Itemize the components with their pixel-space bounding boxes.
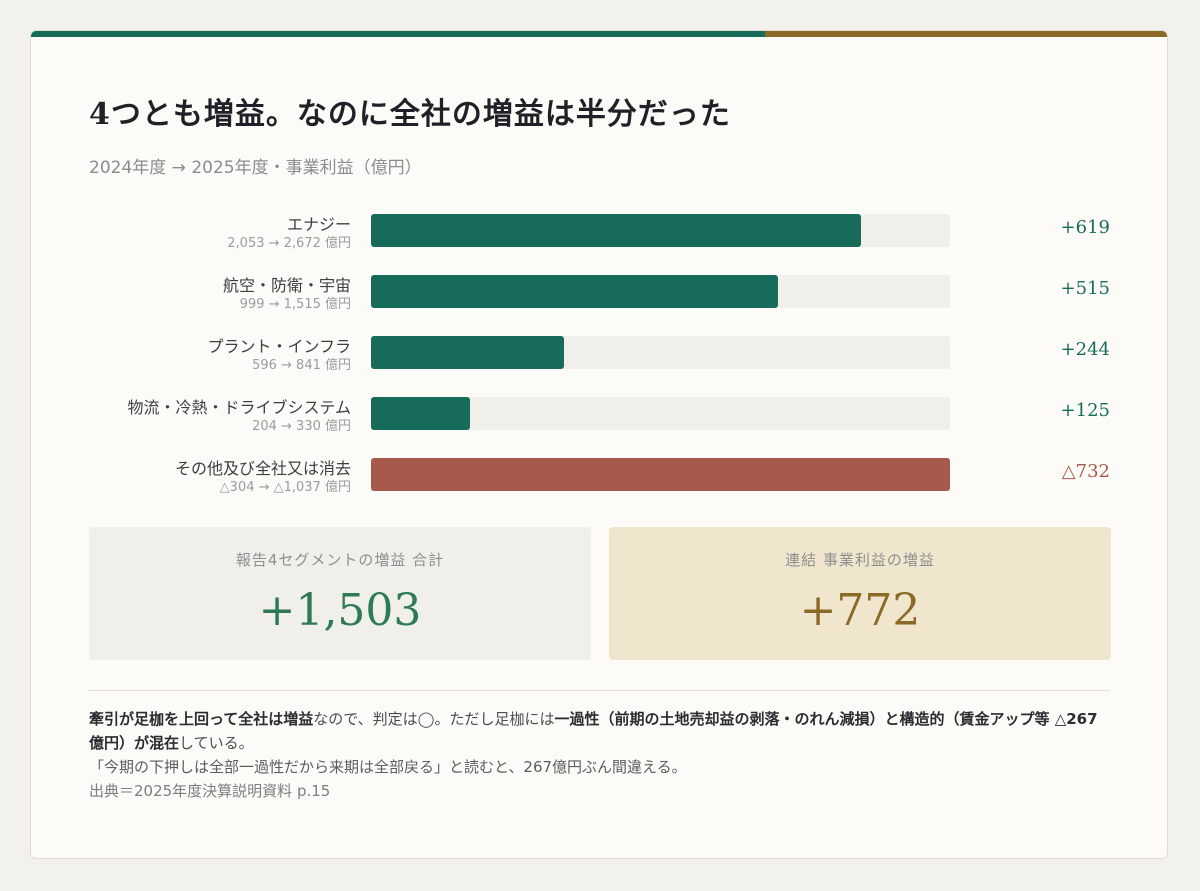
category-detail: 204 → 330 億円 — [252, 419, 351, 434]
divider — [89, 690, 1110, 691]
note-text-2: している。 — [179, 734, 254, 752]
bar-negative — [371, 458, 950, 491]
consolidated-label: 連結 事業利益の増益 — [785, 551, 935, 569]
chart-subtitle: 2024年度 → 2025年度・事業利益（億円） — [89, 158, 422, 178]
card: 4つとも増益。なのに全社の増益は半分だった 2024年度 → 2025年度・事業… — [30, 30, 1168, 859]
value-label: +244 — [1060, 339, 1110, 360]
accent-bar — [31, 31, 1167, 37]
value-label: +125 — [1060, 400, 1110, 421]
bar-positive — [371, 397, 470, 430]
segments-total-box: 報告4セグメントの増益 合計 +1,503 — [89, 527, 591, 660]
segments-total-label: 報告4セグメントの増益 合計 — [235, 551, 445, 569]
category-detail: 2,053 → 2,672 億円 — [227, 236, 351, 251]
note-bold-1: 牽引が足枷を上回って全社は増益 — [89, 710, 314, 728]
bar-track — [371, 214, 950, 247]
source-note: 出典＝2025年度決算説明資料 p.15 — [89, 782, 331, 800]
consolidated-box: 連結 事業利益の増益 +772 — [609, 527, 1111, 660]
bar-row: プラント・インフラ 596 → 841 億円 +244 — [31, 333, 1167, 373]
bar-positive — [371, 336, 564, 369]
category-detail: 999 → 1,515 億円 — [239, 297, 351, 312]
bar-row: エナジー 2,053 → 2,672 億円 +619 — [31, 211, 1167, 251]
note-text-1: なので、判定は◯。ただし足枷には — [313, 710, 555, 728]
category-detail: △304 → △1,037 億円 — [219, 480, 351, 495]
value-label: +515 — [1060, 278, 1110, 299]
consolidated-value: +772 — [799, 585, 921, 636]
note-warning: 「今期の下押しは全部一過性だから来期は全部戻る」と読むと、267億円ぶん間違える… — [89, 758, 687, 776]
bar-row: その他及び全社又は消去 △304 → △1,037 億円 △732 — [31, 455, 1167, 495]
bar-track — [371, 397, 950, 430]
bar-row: 物流・冷熱・ドライブシステム 204 → 330 億円 +125 — [31, 394, 1167, 434]
bar-track — [371, 336, 950, 369]
page-title: 4つとも増益。なのに全社の増益は半分だった — [89, 97, 731, 132]
segments-total-value: +1,503 — [258, 585, 422, 636]
bar-track — [371, 275, 950, 308]
bar-track — [371, 458, 950, 491]
bar-positive — [371, 214, 861, 247]
bar-row: 航空・防衛・宇宙 999 → 1,515 億円 +515 — [31, 272, 1167, 312]
note-paragraph: 牽引が足枷を上回って全社は増益なので、判定は◯。ただし足枷には一過性（前期の土地… — [89, 707, 1110, 755]
notes: 牽引が足枷を上回って全社は増益なので、判定は◯。ただし足枷には一過性（前期の土地… — [89, 707, 1110, 803]
value-label: +619 — [1060, 217, 1110, 238]
bar-positive — [371, 275, 778, 308]
category-detail: 596 → 841 億円 — [252, 358, 351, 373]
value-label: △732 — [1061, 461, 1110, 482]
